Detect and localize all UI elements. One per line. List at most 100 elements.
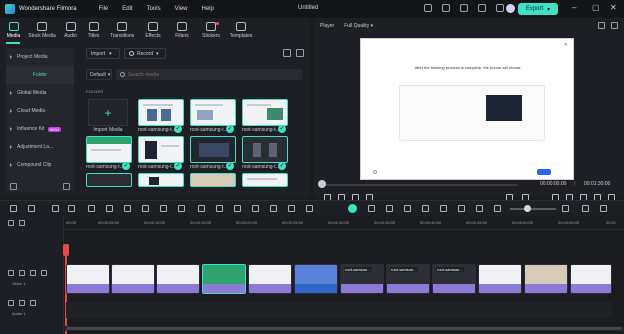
search-box[interactable] [116,69,302,80]
media-tile[interactable]: ✓ root-samsung-t... [242,99,288,135]
zoom-knob[interactable] [524,205,531,212]
image-icon[interactable] [598,22,605,29]
speed-icon[interactable] [198,205,205,212]
timeline-clip[interactable]: root-samsun... [340,264,384,294]
gift-icon[interactable] [424,4,432,12]
sort-dropdown[interactable]: Default ▾ [86,69,112,80]
snapshot-icon[interactable] [458,205,465,212]
menu-help[interactable]: Help [202,6,214,12]
folder-icon[interactable] [19,270,25,276]
color-icon[interactable] [160,205,167,212]
media-tile[interactable]: ✓ root-samsung-t... [138,136,184,172]
marker-icon[interactable] [368,205,375,212]
mask-icon[interactable] [386,205,393,212]
menu-tools[interactable]: Tools [147,6,161,12]
tab-templates[interactable]: Templates [225,18,257,44]
media-tile[interactable] [138,173,184,191]
media-tile[interactable]: ✓ root-samsung-t... [190,136,236,172]
minimize-icon[interactable]: – [572,4,576,12]
microphone-icon[interactable] [404,205,411,212]
cloud-upload-icon[interactable] [460,4,468,12]
ai-copilot-icon[interactable] [440,205,447,212]
ai-tools-icon[interactable] [348,204,357,213]
speaker-icon[interactable] [30,270,36,276]
progress-knob[interactable] [318,180,326,188]
sidebar-item-project-media[interactable]: Project Media [6,48,74,66]
audio-icon[interactable] [178,205,185,212]
scrollbar-thumb[interactable] [66,327,622,330]
audio-track[interactable] [66,302,612,318]
redo-icon[interactable] [68,205,75,212]
timeline-clip[interactable] [524,264,568,294]
media-tile[interactable] [242,173,288,191]
grid-icon[interactable] [582,205,589,212]
menu-view[interactable]: View [175,6,188,12]
settings-icon[interactable] [600,205,607,212]
tab-effects[interactable]: Effects [139,18,167,44]
timeline-ruler[interactable]: 00:00 00:00:05:00 00:00:10:00 00:00:15:0… [64,216,624,230]
sort-icon[interactable] [283,49,291,57]
sidebar-item-cloud-media[interactable]: Cloud Media [6,102,74,120]
tab-audio[interactable]: Audio [59,18,82,44]
new-folder-icon[interactable] [10,183,17,190]
media-tile[interactable]: ✓ root-samsung-t... [86,136,132,172]
eye-icon[interactable] [41,270,47,276]
cut-icon[interactable] [106,205,113,212]
delete-icon[interactable] [88,205,95,212]
transform-icon[interactable] [252,205,259,212]
video-preview[interactable]: ✕ After the flashing process is complete… [360,38,574,180]
media-tile[interactable]: ✓ root-samsung-t... [190,99,236,135]
timeline-clip[interactable] [478,264,522,294]
crop-zoom-icon[interactable] [216,205,223,212]
timeline-clip-selected[interactable] [294,264,338,294]
more-icon[interactable] [306,205,313,212]
media-tile[interactable] [190,173,236,191]
green-screen-icon[interactable] [270,205,277,212]
sidebar-item-global-media[interactable]: Global Media [6,84,74,102]
timeline-clip[interactable] [66,264,110,294]
voiceover-icon[interactable] [422,205,429,212]
timeline-clip[interactable] [570,264,612,294]
zoom-slider[interactable] [510,208,556,210]
grid-icon[interactable] [496,4,504,12]
tab-titles[interactable]: Titles [82,18,105,44]
speaker-icon[interactable] [30,300,36,306]
timeline-clip[interactable]: root-samsun... [432,264,476,294]
search-input[interactable] [128,71,288,78]
timeline-scrollbar[interactable] [64,326,624,331]
menu-file[interactable]: File [99,6,109,12]
import-dropdown[interactable]: Import ▾ [86,48,120,59]
headset-icon[interactable] [478,4,486,12]
tab-filters[interactable]: Filters [167,18,197,44]
link-icon[interactable] [19,220,25,226]
sidebar-item-compound-clip[interactable]: Compound Clip [6,156,74,174]
sidebar-item-influence-kit[interactable]: Influence Kit NEW [6,120,74,138]
media-tile[interactable]: ✓ root-samsung-t... [138,99,184,135]
menu-edit[interactable]: Edit [122,6,132,12]
sidebar-item-folder[interactable]: Folder [6,66,74,84]
sidebar-item-adjustment-layer[interactable]: Adjustment La... [6,138,74,156]
text-icon[interactable] [124,205,131,212]
media-tile[interactable]: ✓ root-samsung-t... [242,136,288,172]
tab-media[interactable]: Media [2,18,25,44]
maximize-icon[interactable]: ▢ [592,4,600,12]
timeline-clip[interactable] [156,264,200,294]
folder-icon[interactable] [19,300,25,306]
more-icon[interactable] [296,49,304,57]
timeline-clip[interactable] [248,264,292,294]
timeline-clip[interactable] [111,264,155,294]
record-dropdown[interactable]: Record ▾ [124,48,166,59]
keyframe-icon[interactable] [234,205,241,212]
tab-stock-media[interactable]: Stock Media [25,18,59,44]
close-icon[interactable]: ✕ [610,4,617,12]
timeline-clip[interactable] [202,264,246,294]
snap-icon[interactable] [476,205,483,212]
export-button[interactable]: Export ▾ [518,3,558,15]
avatar[interactable] [506,4,515,13]
add-track-icon[interactable] [8,220,14,226]
undo-icon[interactable] [52,205,59,212]
quality-dropdown[interactable]: Full Quality ▾ [344,23,373,29]
timeline-clip[interactable]: root-samsun... [386,264,430,294]
tab-stickers[interactable]: Stickers [197,18,225,44]
lightbulb-icon[interactable] [442,4,450,12]
